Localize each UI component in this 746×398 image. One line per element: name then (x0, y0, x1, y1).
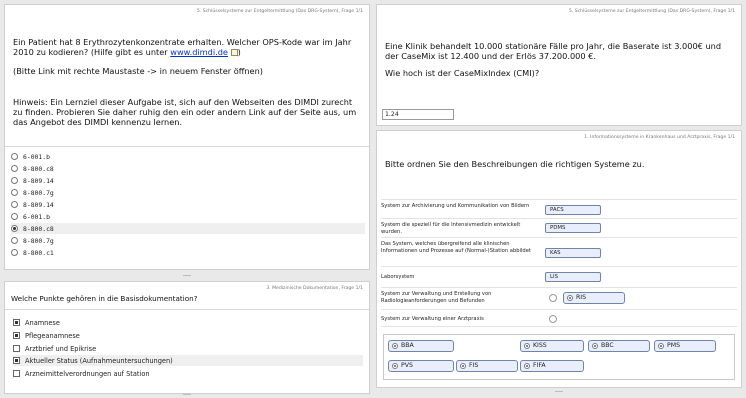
answer-dropzone[interactable]: LIS (545, 272, 601, 282)
option-row-selected[interactable]: 8-800.c8 (11, 223, 365, 234)
option-row[interactable]: 8-800.c1 (11, 247, 365, 258)
pool-chip[interactable]: PVS (388, 360, 454, 372)
pool-chip[interactable]: BBC (588, 340, 650, 352)
option-row[interactable]: 6-001.b (11, 211, 365, 222)
question-text: Bitte ordnen Sie den Beschreibungen die … (385, 159, 645, 169)
option-row[interactable]: 6-001.b (11, 151, 365, 162)
checkbox-row[interactable]: Pflegeanamnese (13, 330, 363, 341)
match-row: Laborsystem LIS (381, 266, 737, 286)
question-panel-ops: 5. Schlüsselsysteme zur Entgeltermittlun… (4, 4, 370, 270)
chip-radio-icon (460, 363, 466, 369)
options-divider (5, 309, 369, 310)
match-row: System zur Verwaltung einer Arztpraxis (381, 309, 737, 327)
checkbox-row-highlighted[interactable]: Aktueller Status (Aufnahmeuntersuchungen… (13, 355, 363, 366)
pool-chip[interactable]: BBA (388, 340, 454, 352)
checkbox-row[interactable]: Anamnese (13, 317, 363, 328)
pool-chip[interactable]: KISS (520, 340, 584, 352)
chip-radio-icon (658, 343, 664, 349)
panel-header: 5. Schlüsselsysteme zur Entgeltermittlun… (568, 9, 735, 14)
chip-radio-icon (392, 343, 398, 349)
checkbox-row[interactable]: Arzneimittelverordnungen auf Station (13, 368, 363, 379)
question-panel-systems: 1. Informationssysteme in Krankenhaus un… (376, 130, 742, 388)
resize-grip[interactable] (183, 394, 191, 395)
link-icon (230, 49, 238, 56)
match-row: System zur Verwaltung und Erstellung von… (381, 287, 737, 308)
radio-button[interactable] (11, 249, 18, 256)
options-divider (5, 146, 369, 147)
radio-button[interactable] (11, 201, 18, 208)
question-panel-basisdoku: 3. Medizinische Dokumentation, Frage 1/1… (4, 281, 370, 394)
checkbox-checked[interactable] (13, 357, 20, 364)
answer-input[interactable]: 1.24 (382, 109, 454, 120)
panel-header: 5. Schlüsselsysteme zur Entgeltermittlun… (196, 9, 363, 14)
panel-header: 3. Medizinische Dokumentation, Frage 1/1 (266, 286, 363, 291)
dimdi-link[interactable]: www.dimdi.de (170, 47, 228, 57)
match-row: System die speziell für die Intensivmedi… (381, 218, 737, 236)
resize-grip[interactable] (183, 275, 191, 276)
option-row[interactable]: 8-800.c8 (11, 163, 365, 174)
match-row: System zur Archivierung und Kommunikatio… (381, 199, 737, 217)
option-row[interactable]: 8-809.14 (11, 199, 365, 210)
question-text: Eine Klinik behandelt 10.000 stationäre … (385, 41, 722, 61)
checkbox[interactable] (13, 345, 20, 352)
checkbox[interactable] (13, 370, 20, 377)
checkbox-checked[interactable] (13, 332, 20, 339)
question-panel-cmi: 5. Schlüsselsysteme zur Entgeltermittlun… (376, 4, 742, 126)
dropzone-radio[interactable] (549, 315, 557, 323)
answer-dropzone[interactable]: PACS (545, 205, 601, 215)
checkbox-checked[interactable] (13, 319, 20, 326)
chip-radio-icon (567, 295, 573, 301)
chip-radio-icon (524, 343, 530, 349)
chip-radio-icon (524, 363, 530, 369)
answer-dropzone[interactable]: PDMS (545, 223, 601, 233)
option-row[interactable]: 8-809.14 (11, 175, 365, 186)
question-text: Welche Punkte gehören in die Basisdokume… (11, 294, 198, 303)
answer-chip[interactable]: RIS (563, 292, 625, 304)
question-text: Ein Patient hat 8 Erythrozytenkonzentrat… (13, 37, 363, 57)
radio-button[interactable] (11, 237, 18, 244)
panel-header: 1. Informationssysteme in Krankenhaus un… (584, 135, 735, 140)
pool-chip[interactable]: FIFA (520, 360, 584, 372)
question-note: (Bitte Link mit rechte Maustaste -> in n… (13, 66, 263, 76)
question-post: ) (237, 47, 241, 57)
answer-pool: BBA KISS BBC PMS PVS FIS FIFA (383, 334, 735, 380)
chip-radio-icon (592, 343, 598, 349)
match-row: Das System, welches übergreifend alle kl… (381, 237, 737, 265)
question-text-2: Wie hoch ist der CaseMixIndex (CMI)? (385, 68, 540, 78)
radio-button[interactable] (11, 213, 18, 220)
radio-button[interactable] (11, 153, 18, 160)
radio-button[interactable] (11, 177, 18, 184)
pool-chip[interactable]: PMS (654, 340, 716, 352)
radio-button[interactable] (11, 165, 18, 172)
dropzone-radio[interactable] (549, 294, 557, 302)
radio-button[interactable] (11, 189, 18, 196)
checkbox-row[interactable]: Arztbrief und Epikrise (13, 343, 363, 354)
question-hint: Hinweis: Ein Lernziel dieser Aufgabe ist… (13, 97, 357, 127)
option-row[interactable]: 8-800.7g (11, 187, 365, 198)
resize-grip[interactable] (555, 391, 563, 392)
option-row[interactable]: 8-800.7g (11, 235, 365, 246)
answer-dropzone[interactable]: KAS (545, 248, 601, 258)
radio-button-checked[interactable] (11, 225, 18, 232)
chip-radio-icon (392, 363, 398, 369)
pool-chip[interactable]: FIS (456, 360, 518, 372)
